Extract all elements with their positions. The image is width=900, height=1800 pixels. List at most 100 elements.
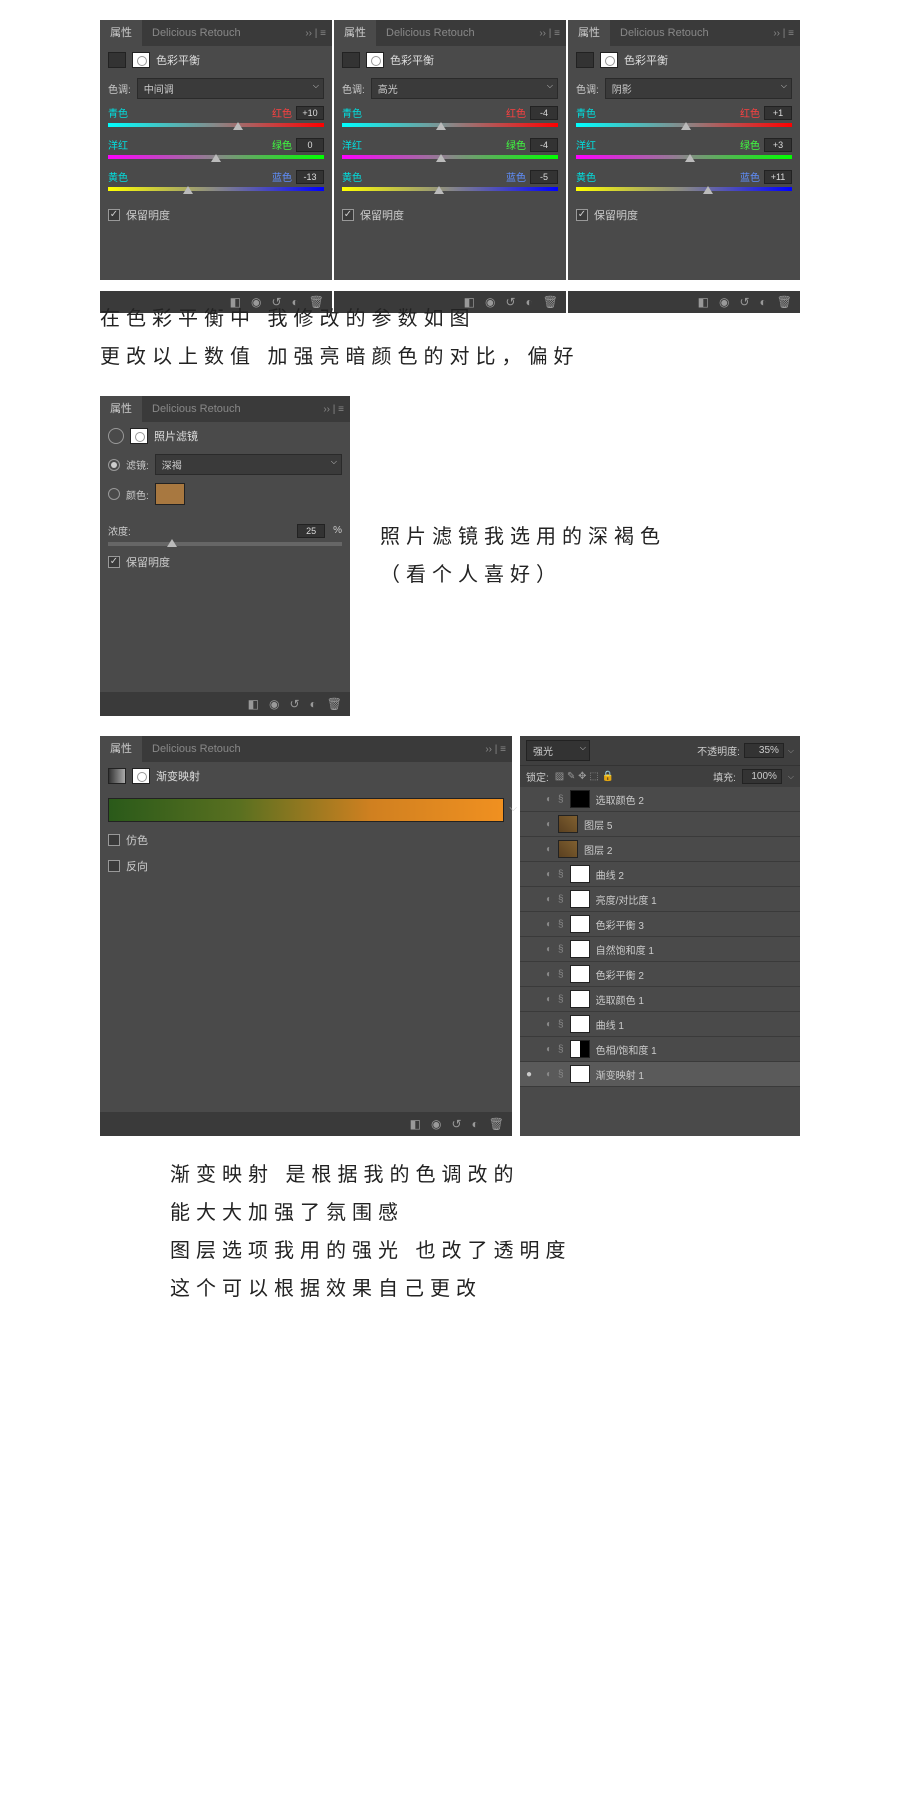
visibility-icon[interactable]: ● [526, 794, 540, 805]
visibility-icon[interactable]: ◐ [472, 1117, 479, 1131]
layer-thumbnail[interactable] [570, 890, 590, 908]
layer-thumbnail[interactable] [570, 865, 590, 883]
slider-value[interactable]: +1 [764, 106, 792, 120]
tab-plugin[interactable]: Delicious Retouch [142, 20, 251, 46]
preserve-luminosity-checkbox[interactable] [576, 209, 588, 221]
adjustment-icon[interactable] [342, 52, 360, 68]
panel-menu-icon[interactable]: ›› | ≡ [539, 28, 566, 39]
mask-icon[interactable] [600, 52, 618, 68]
layer-thumbnail[interactable] [558, 815, 578, 833]
layer-thumbnail[interactable] [570, 790, 590, 808]
reset-icon[interactable]: ↺ [505, 295, 515, 309]
reset-icon[interactable]: ↺ [289, 697, 299, 711]
link-icon[interactable]: ◐ [546, 919, 552, 930]
mask-icon[interactable] [132, 52, 150, 68]
clip-icon[interactable]: ◧ [698, 295, 709, 309]
link-icon[interactable]: § [558, 794, 564, 805]
color-radio[interactable] [108, 488, 120, 500]
visibility-icon[interactable]: ● [526, 1019, 540, 1030]
link-icon[interactable]: § [558, 919, 564, 930]
link-icon[interactable]: ◐ [546, 1019, 552, 1030]
link-icon[interactable]: § [558, 869, 564, 880]
trash-icon[interactable]: 🗑 [543, 295, 558, 309]
preserve-luminosity-checkbox[interactable] [108, 209, 120, 221]
trash-icon[interactable]: 🗑 [777, 295, 792, 309]
layer-row[interactable]: ● ◐ § 色彩平衡 3 [520, 912, 800, 937]
layer-thumbnail[interactable] [570, 940, 590, 958]
view-icon[interactable]: ◉ [719, 295, 729, 309]
visibility-icon[interactable]: ◐ [526, 295, 533, 309]
layer-row[interactable]: ● ◐ § 自然饱和度 1 [520, 937, 800, 962]
visibility-icon[interactable]: ● [526, 994, 540, 1005]
slider-value[interactable]: +11 [764, 170, 792, 184]
clip-icon[interactable]: ◧ [410, 1117, 421, 1131]
visibility-icon[interactable]: ● [526, 969, 540, 980]
slider-value[interactable]: -13 [296, 170, 324, 184]
visibility-icon[interactable]: ◐ [310, 697, 317, 711]
clip-icon[interactable]: ◧ [248, 697, 259, 711]
layer-thumbnail[interactable] [570, 1065, 590, 1083]
adjustment-icon[interactable] [108, 428, 124, 444]
adjustment-icon[interactable] [576, 52, 594, 68]
mask-icon[interactable] [132, 768, 150, 784]
layer-row[interactable]: ● ◐ § 色相/饱和度 1 [520, 1037, 800, 1062]
visibility-icon[interactable]: ● [526, 919, 540, 930]
preserve-luminosity-checkbox[interactable] [342, 209, 354, 221]
color-slider[interactable] [342, 123, 558, 133]
visibility-icon[interactable]: ◐ [760, 295, 767, 309]
tab-properties[interactable]: 属性 [568, 20, 610, 46]
tab-plugin[interactable]: Delicious Retouch [142, 396, 251, 422]
layer-row[interactable]: ● ◐ § 选取颜色 1 [520, 987, 800, 1012]
link-icon[interactable]: ◐ [546, 994, 552, 1005]
slider-value[interactable]: -5 [530, 170, 558, 184]
layer-row[interactable]: ● ◐ 图层 2 [520, 837, 800, 862]
tab-plugin[interactable]: Delicious Retouch [610, 20, 719, 46]
visibility-icon[interactable]: ● [526, 944, 540, 955]
link-icon[interactable]: ◐ [546, 944, 552, 955]
reset-icon[interactable]: ↺ [451, 1117, 461, 1131]
layer-thumbnail[interactable] [570, 990, 590, 1008]
layer-thumbnail[interactable] [558, 840, 578, 858]
color-slider[interactable] [576, 187, 792, 197]
tone-dropdown[interactable]: 阴影 [605, 78, 792, 99]
fill-input[interactable]: 100% [742, 769, 782, 784]
link-icon[interactable]: ◐ [546, 794, 552, 805]
blend-mode-dropdown[interactable]: 强光 [526, 740, 590, 761]
layer-row[interactable]: ● ◐ § 色彩平衡 2 [520, 962, 800, 987]
view-icon[interactable]: ◉ [431, 1117, 441, 1131]
slider-value[interactable]: +3 [764, 138, 792, 152]
layer-thumbnail[interactable] [570, 915, 590, 933]
adjustment-icon[interactable] [108, 768, 126, 784]
slider-value[interactable]: +10 [296, 106, 324, 120]
filter-radio[interactable] [108, 459, 120, 471]
filter-dropdown[interactable]: 深褐 [155, 454, 342, 475]
mask-icon[interactable] [366, 52, 384, 68]
link-icon[interactable]: § [558, 1069, 564, 1080]
tab-properties[interactable]: 属性 [100, 736, 142, 762]
tone-dropdown[interactable]: 高光 [371, 78, 558, 99]
preserve-luminosity-checkbox[interactable] [108, 556, 120, 568]
color-slider[interactable] [342, 155, 558, 165]
layer-row[interactable]: ● ◐ 图层 5 [520, 812, 800, 837]
color-slider[interactable] [576, 155, 792, 165]
opacity-input[interactable]: 35% [744, 743, 784, 758]
reverse-checkbox[interactable] [108, 860, 120, 872]
link-icon[interactable]: ◐ [546, 819, 552, 830]
layer-thumbnail[interactable] [570, 1015, 590, 1033]
link-icon[interactable]: ◐ [546, 894, 552, 905]
slider-value[interactable]: 0 [296, 138, 324, 152]
visibility-icon[interactable]: ● [526, 894, 540, 905]
layer-row[interactable]: ● ◐ § 亮度/对比度 1 [520, 887, 800, 912]
layer-row[interactable]: ● ◐ § 渐变映射 1 [520, 1062, 800, 1087]
link-icon[interactable]: § [558, 1019, 564, 1030]
visibility-icon[interactable]: ● [526, 1044, 540, 1055]
panel-menu-icon[interactable]: ›› | ≡ [773, 28, 800, 39]
lock-icons[interactable]: ▨ ✎ ✥ ⬚ 🔒 [555, 771, 614, 782]
link-icon[interactable]: ◐ [546, 844, 552, 855]
link-icon[interactable]: ◐ [546, 1069, 552, 1080]
color-slider[interactable] [576, 123, 792, 133]
panel-menu-icon[interactable]: ›› | ≡ [305, 28, 332, 39]
layer-row[interactable]: ● ◐ § 曲线 2 [520, 862, 800, 887]
tab-plugin[interactable]: Delicious Retouch [142, 736, 251, 762]
panel-menu-icon[interactable]: ›› | ≡ [485, 744, 512, 755]
